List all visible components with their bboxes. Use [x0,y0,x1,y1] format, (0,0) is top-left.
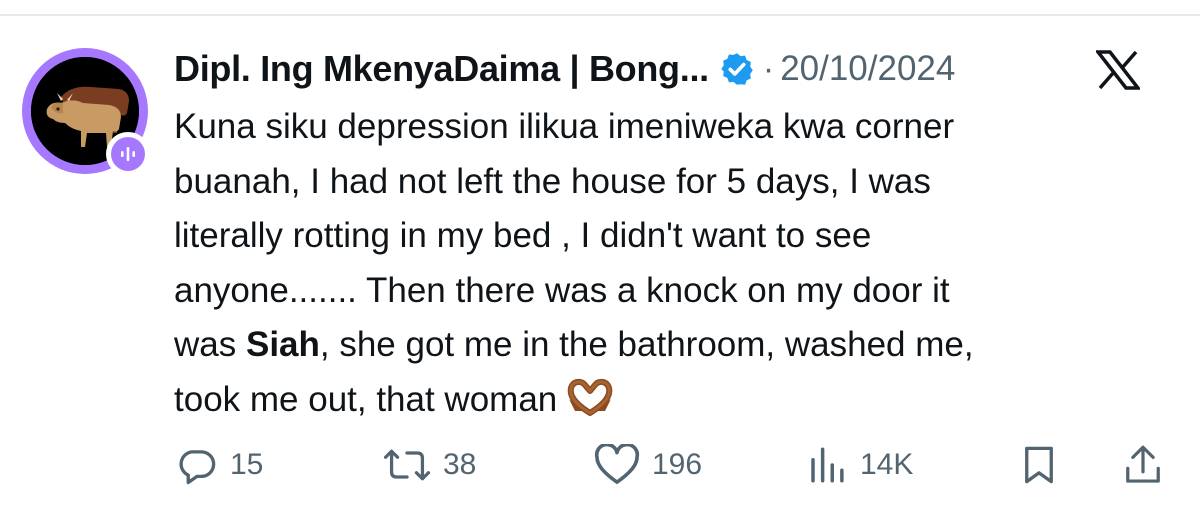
reply-button[interactable]: 15 [176,440,263,490]
top-divider [0,14,1200,16]
share-icon [1126,445,1160,483]
repost-button[interactable]: 38 [383,440,476,490]
verified-badge-icon [721,53,753,85]
like-button[interactable]: 196 [594,440,702,490]
reply-count: 15 [230,448,264,481]
action-bar: 15 38 196 14K [0,440,1200,490]
header-separator: · [762,49,775,88]
views-button[interactable]: 14K [806,440,913,490]
reply-icon [179,450,216,485]
x-logo-icon[interactable] [1096,50,1140,90]
author-name[interactable]: Dipl. Ing MkenyaDaima | Bong... [174,48,709,90]
audio-bars-icon [121,147,135,161]
tweet-line: took me out, that woman [174,373,1174,428]
tweet-header: Dipl. Ing MkenyaDaima | Bong... · 20/10/… [174,44,955,94]
tweet-line: literally rotting in my bed , I didn't w… [174,216,872,255]
tweet-date[interactable]: 20/10/2024 [780,49,955,89]
repost-icon [383,449,431,481]
tweet-line-text: took me out, that woman [174,379,558,419]
tweet-line-text: , she got me in the bathroom, washed me, [319,325,974,364]
heart-hands-emoji [567,378,613,416]
tweet-line: anyone....... Then there was a knock on … [174,270,950,310]
views-icon [811,447,844,483]
mention-name: Siah [245,325,320,364]
tweet-line: buanah, I had not left the house for 5 d… [174,161,931,201]
tweet-body: Kuna siku depression ilikua imeniweka kw… [174,100,1174,427]
audio-space-badge [106,132,150,176]
like-count: 196 [652,448,703,481]
tweet-line-text: was [174,325,246,364]
views-count: 14K [860,448,914,481]
bookmark-button[interactable] [1020,440,1058,490]
share-button[interactable] [1122,440,1164,490]
tweet-line: Kuna siku depression ilikua imeniweka kw… [174,107,955,146]
tweet-line: was Siah, she got me in the bathroom, wa… [174,318,1174,373]
bookmark-icon [1025,446,1053,484]
heart-icon [594,444,640,484]
repost-count: 38 [443,448,477,481]
